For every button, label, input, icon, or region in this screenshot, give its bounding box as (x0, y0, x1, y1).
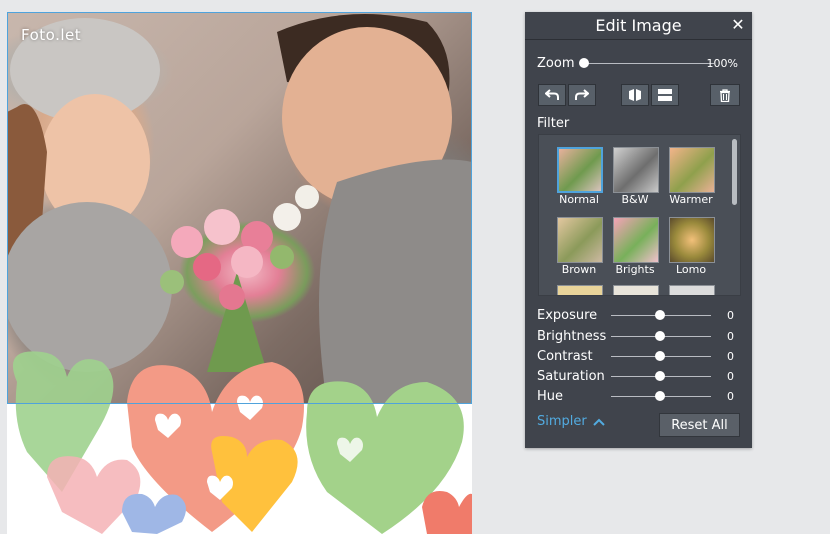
trash-icon (720, 88, 730, 102)
brightness-slider-handle[interactable] (655, 331, 665, 341)
zoom-slider-handle[interactable] (579, 58, 589, 68)
hue-slider-handle[interactable] (655, 391, 665, 401)
exposure-slider-handle[interactable] (655, 310, 665, 320)
panel-title: Edit Image (595, 16, 682, 35)
hue-label: Hue (537, 389, 564, 404)
close-icon[interactable]: ✕ (730, 15, 746, 34)
contrast-value: 0 (727, 350, 734, 363)
saturation-slider-handle[interactable] (655, 371, 665, 381)
brightness-label: Brightness (537, 329, 607, 344)
delete-button[interactable] (710, 84, 740, 106)
filter-label: Filter (537, 116, 570, 131)
chevron-up-icon (593, 418, 605, 426)
filter-thumb-bw[interactable] (613, 147, 659, 193)
filter-thumb-partial[interactable] (557, 285, 603, 295)
hue-value: 0 (727, 390, 734, 403)
filter-list[interactable]: Normal B&W Warmer Brown Brights Lomo (538, 134, 741, 296)
filter-thumb-brights[interactable] (613, 217, 659, 263)
undo-button[interactable] (538, 84, 566, 106)
exposure-control: Exposure 0 (537, 308, 742, 324)
filter-thumb-brown[interactable] (557, 217, 603, 263)
filter-label-normal: Normal (559, 193, 599, 206)
reset-all-button[interactable]: Reset All (659, 413, 740, 437)
hearts-decoration (12, 351, 472, 534)
zoom-slider-track[interactable] (584, 63, 714, 64)
zoom-control: Zoom 100% (537, 56, 742, 72)
flip-horizontal-icon (629, 89, 641, 101)
redo-button[interactable] (568, 84, 596, 106)
filter-label-brown: Brown (561, 263, 597, 276)
filter-thumb-partial[interactable] (669, 285, 715, 295)
fotolet-logo: Foto.let (21, 26, 82, 44)
filter-label-warmer: Warmer (669, 193, 713, 206)
simpler-toggle[interactable]: Simpler (537, 414, 605, 429)
filter-thumb-lomo[interactable] (669, 217, 715, 263)
filter-label-brights: Brights (615, 263, 655, 276)
undo-icon (545, 89, 559, 100)
zoom-value: 100% (706, 57, 738, 70)
filter-label-lomo: Lomo (675, 263, 707, 276)
hue-control: Hue 0 (537, 389, 742, 405)
filter-label-bw: B&W (621, 193, 649, 206)
edit-image-panel: Edit Image ✕ Zoom 100% Filter Normal B&W… (525, 12, 752, 448)
flip-vertical-button[interactable] (651, 84, 679, 106)
exposure-label: Exposure (537, 308, 598, 323)
brightness-value: 0 (727, 330, 734, 343)
saturation-control: Saturation 0 (537, 369, 742, 385)
filter-scrollbar[interactable] (732, 139, 737, 205)
saturation-value: 0 (727, 370, 734, 383)
saturation-label: Saturation (537, 369, 605, 384)
exposure-value: 0 (727, 309, 734, 322)
image-canvas[interactable]: Foto.let (7, 12, 472, 534)
filter-thumb-normal[interactable] (557, 147, 603, 193)
contrast-control: Contrast 0 (537, 349, 742, 365)
redo-icon (575, 89, 589, 100)
contrast-slider-handle[interactable] (655, 351, 665, 361)
contrast-label: Contrast (537, 349, 593, 364)
simpler-label: Simpler (537, 414, 587, 429)
zoom-label: Zoom (537, 56, 575, 71)
panel-header: Edit Image ✕ (525, 12, 752, 40)
filter-thumb-partial[interactable] (613, 285, 659, 295)
flip-vertical-icon (658, 89, 672, 101)
filter-thumb-warmer[interactable] (669, 147, 715, 193)
brightness-control: Brightness 0 (537, 329, 742, 345)
flip-horizontal-button[interactable] (621, 84, 649, 106)
